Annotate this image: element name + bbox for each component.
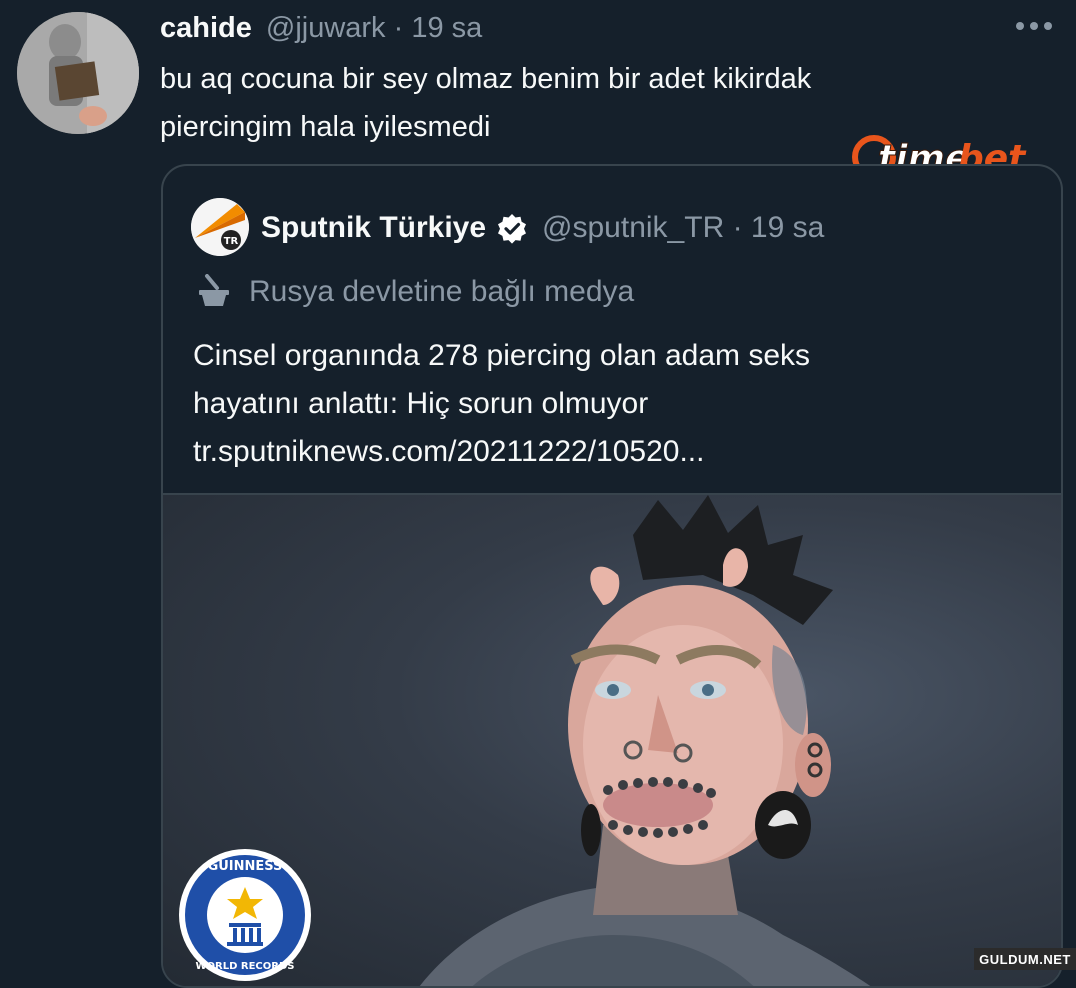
sputnik-avatar[interactable]: TR (191, 198, 249, 256)
quoted-tweet-header: Sputnik Türkiye @sputnik_TR · 19 sa (261, 206, 824, 250)
tweet-text-line: bu aq cocuna bir sey olmaz benim bir ade… (160, 63, 812, 95)
handle-and-time[interactable]: @jjuwark · 19 sa (266, 12, 482, 45)
state-media-label[interactable]: Rusya devletine bağlı medya (193, 270, 634, 314)
tweet-header: cahide @jjuwark · 19 sa (160, 8, 482, 48)
display-name[interactable]: cahide (160, 12, 252, 45)
guinness-seal: GUINNESS WORLD RECORDS (179, 849, 311, 981)
avatar-badge-label: TR (224, 236, 239, 247)
quoted-handle-and-time[interactable]: @sputnik_TR · 19 sa (542, 211, 824, 245)
media-image[interactable]: GUINNESS WORLD RECORDS (163, 493, 1061, 986)
state-media-icon (199, 274, 229, 306)
quoted-text-line: Cinsel organında 278 piercing olan adam … (193, 339, 811, 372)
quoted-display-name[interactable]: Sputnik Türkiye (261, 211, 486, 245)
seal-text-bottom: WORLD RECORDS (196, 961, 295, 972)
quoted-text-line: hayatını anlattı: Hiç sorun olmuyor (193, 387, 649, 420)
quoted-tweet-text: Cinsel organında 278 piercing olan adam … (193, 332, 1033, 476)
state-media-text: Rusya devletine bağlı medya (249, 275, 635, 308)
quoted-tweet-card[interactable]: TR Sputnik Türkiye @sputnik_TR · 19 sa R… (161, 164, 1063, 988)
avatar[interactable] (17, 12, 139, 134)
quoted-link[interactable]: tr.sputniknews.com/20211222/10520... (193, 428, 1033, 476)
verified-badge-icon (498, 214, 527, 244)
more-horizontal-icon[interactable] (1016, 18, 1062, 34)
tweet[interactable]: cahide @jjuwark · 19 sa bu aq cocuna bir… (0, 0, 1076, 988)
site-watermark: GULDUM.NET (974, 948, 1076, 970)
seal-text-top: GUINNESS (208, 859, 283, 874)
